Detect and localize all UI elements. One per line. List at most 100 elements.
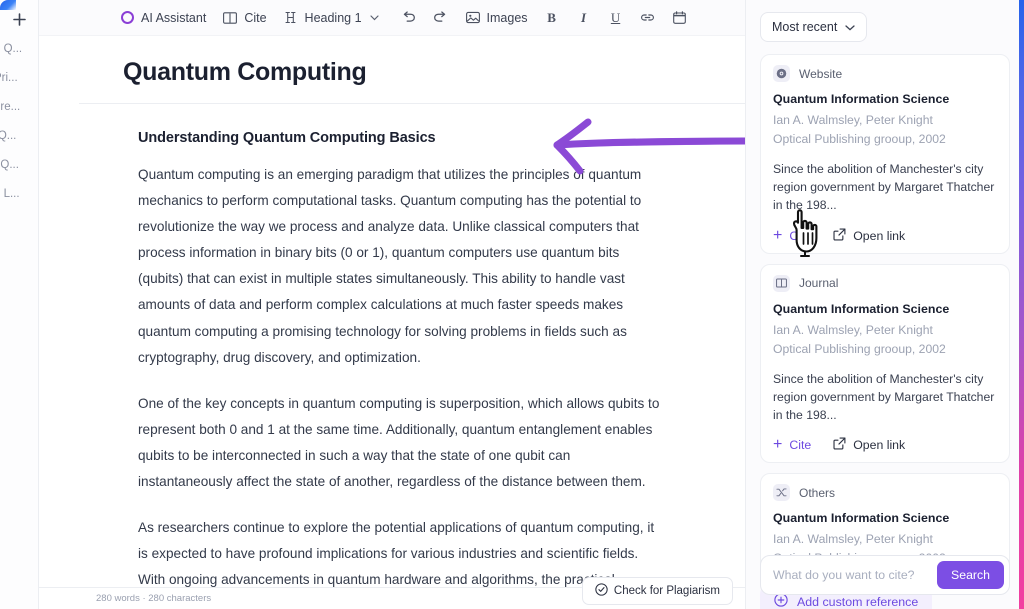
reference-card[interactable]: Journal Quantum Information Science Ian …	[760, 263, 1010, 464]
external-link-icon	[833, 437, 846, 453]
check-plagiarism-button[interactable]: Check for Plagiarism	[581, 576, 733, 605]
plus-icon: +	[773, 226, 783, 244]
images-label: Images	[486, 10, 528, 25]
app-root: g Q... Pri... ure... (Q... f Q... d L...…	[0, 0, 1024, 609]
link-button[interactable]	[632, 5, 664, 31]
heading-icon	[283, 10, 299, 26]
search-button[interactable]: Search	[937, 561, 1004, 589]
calendar-button[interactable]	[664, 5, 696, 31]
card-actions: + Cite Open link	[773, 226, 997, 244]
reference-publisher: Optical Publishing grooup, 2002	[773, 341, 946, 356]
check-plagiarism-label: Check for Plagiarism	[613, 584, 720, 597]
plus-circle-icon	[774, 593, 788, 609]
card-type-label: Website	[799, 66, 843, 81]
list-item[interactable]: Pri...	[0, 63, 38, 92]
reference-title: Quantum Information Science	[773, 92, 950, 106]
reference-title: Quantum Information Science	[773, 301, 950, 316]
book-open-icon	[222, 10, 238, 26]
italic-icon: I	[581, 9, 587, 25]
cite-label: Cite	[244, 10, 267, 25]
heading-dropdown[interactable]: Heading 1	[275, 5, 387, 31]
list-item-label: (Q...	[0, 129, 17, 142]
left-sidebar: g Q... Pri... ure... (Q... f Q... d L...	[0, 0, 39, 609]
underline-icon: U	[610, 9, 621, 25]
images-button[interactable]: Images	[457, 5, 536, 31]
bold-icon: B	[547, 9, 556, 25]
card-type-row: Others	[773, 484, 997, 502]
ai-assistant-button[interactable]: AI Assistant	[111, 5, 214, 31]
redo-icon	[433, 10, 449, 26]
undo-button[interactable]	[393, 5, 425, 31]
underline-button[interactable]: U	[600, 5, 632, 31]
open-link-label: Open link	[853, 438, 906, 453]
link-icon	[640, 10, 656, 26]
paragraph: Quantum computing is an emerging paradig…	[138, 167, 642, 365]
shuffle-icon	[773, 484, 790, 502]
reference-authors: Ian A. Walmsley, Peter Knight	[773, 322, 933, 337]
plus-icon	[12, 12, 26, 26]
open-link-button[interactable]: Open link	[833, 437, 905, 453]
document-scroll-area: Quantum Computing Understanding Quantum …	[39, 36, 745, 609]
section-heading: Understanding Quantum Computing Basics	[138, 130, 436, 146]
document-body[interactable]: Understanding Quantum Computing Basics Q…	[39, 104, 745, 609]
chevron-down-icon	[845, 20, 855, 34]
reference-authors: Ian A. Walmsley, Peter Knight	[773, 113, 933, 127]
list-item[interactable]: d L...	[0, 179, 38, 208]
editor-column: AI Assistant Cite Heading 1 Images B I U…	[39, 0, 745, 609]
cite-action-label: Cite	[789, 438, 812, 453]
ai-assistant-label: AI Assistant	[141, 10, 207, 25]
page-title[interactable]: Quantum Computing	[39, 36, 745, 103]
window-corner-accent	[0, 0, 16, 10]
chevron-down-icon	[369, 13, 379, 23]
list-item-label: Pri...	[0, 71, 18, 84]
reference-publisher: Optical Publishing grooup, 2002	[773, 131, 946, 146]
reference-snippet: Since the abolition of Manchester's city…	[773, 371, 995, 423]
reference-authors: Ian A. Walmsley, Peter Knight	[773, 532, 933, 547]
calendar-icon	[672, 10, 688, 26]
reference-card-list: Website Quantum Information Science Ian …	[760, 54, 1010, 609]
list-item[interactable]: f Q...	[0, 150, 38, 179]
card-type-label: Journal	[799, 276, 839, 291]
italic-button[interactable]: I	[568, 5, 600, 31]
add-custom-reference-label: Add custom reference	[797, 594, 919, 609]
ai-assistant-icon	[119, 10, 135, 26]
cite-button[interactable]: Cite	[214, 5, 274, 31]
reference-snippet: Since the abolition of Manchester's city…	[773, 161, 995, 213]
shield-check-icon	[595, 582, 608, 599]
globe-icon	[773, 65, 790, 82]
reference-card[interactable]: Website Quantum Information Science Ian …	[760, 54, 1010, 254]
references-panel: Most recent Website Quantum Information …	[745, 0, 1024, 609]
undo-icon	[401, 10, 417, 26]
image-icon	[465, 10, 481, 26]
new-document-button[interactable]	[7, 7, 31, 31]
window-edge-gradient	[1019, 0, 1024, 609]
list-item-label: g Q...	[0, 42, 23, 55]
list-item[interactable]: g Q...	[0, 34, 38, 63]
list-item[interactable]: ure...	[0, 92, 38, 121]
cite-action-button[interactable]: + Cite	[773, 437, 811, 453]
list-item[interactable]: (Q...	[0, 121, 38, 150]
editor-toolbar: AI Assistant Cite Heading 1 Images B I U	[39, 0, 745, 36]
cite-search-row: Search	[760, 555, 1010, 595]
book-open-icon	[773, 274, 790, 292]
card-type-row: Journal	[773, 274, 997, 292]
search-input[interactable]	[773, 568, 938, 582]
reference-title: Quantum Information Science	[773, 511, 950, 526]
cite-action-button[interactable]: + Cite	[773, 226, 812, 244]
bold-button[interactable]: B	[536, 5, 568, 31]
list-item-label: ure...	[0, 100, 21, 113]
document-list: g Q... Pri... ure... (Q... f Q... d L...	[0, 34, 38, 208]
cite-action-label: Cite	[789, 228, 812, 243]
word-count: 280 words · 280 characters	[96, 593, 212, 604]
heading-label: Heading 1	[304, 10, 362, 25]
sort-dropdown[interactable]: Most recent	[760, 12, 868, 42]
redo-button[interactable]	[425, 5, 457, 31]
external-link-icon	[833, 228, 846, 244]
list-item-label: f Q...	[0, 158, 19, 171]
status-bar: 280 words · 280 characters Check for Pla…	[39, 576, 745, 609]
open-link-button[interactable]: Open link	[833, 228, 905, 244]
sort-value: Most recent	[772, 20, 838, 34]
list-item-label: d L...	[0, 187, 20, 200]
plus-icon: +	[773, 436, 783, 454]
paragraph: One of the key concepts in quantum compu…	[138, 395, 660, 490]
